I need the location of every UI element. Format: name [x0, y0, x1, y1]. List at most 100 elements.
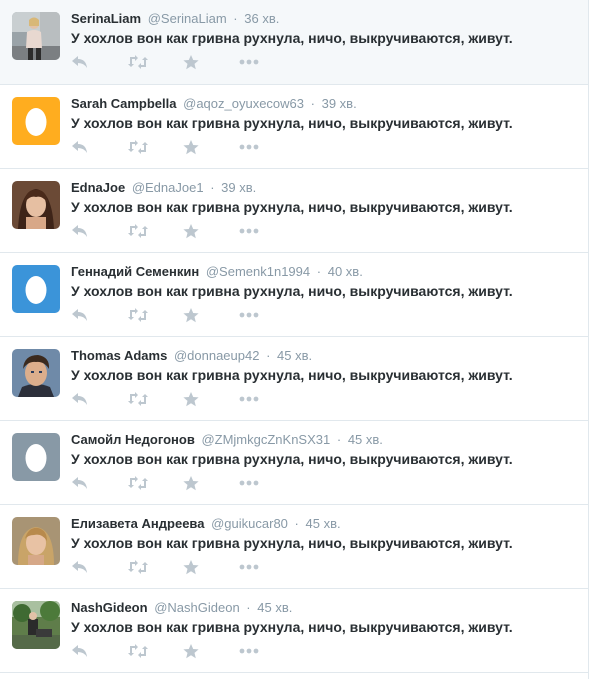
reply-icon — [71, 392, 89, 406]
timestamp[interactable]: 45 хв. — [277, 348, 312, 363]
retweet-button[interactable] — [127, 642, 183, 660]
more-icon — [239, 564, 259, 570]
timestamp[interactable]: 39 хв. — [322, 96, 357, 111]
tweet-actions — [71, 222, 295, 240]
avatar[interactable] — [12, 349, 60, 397]
more-button[interactable] — [239, 390, 295, 408]
avatar[interactable] — [12, 517, 60, 565]
timestamp[interactable]: 40 хв. — [328, 264, 363, 279]
favorite-button[interactable] — [183, 222, 239, 240]
reply-button[interactable] — [71, 222, 127, 240]
reply-icon — [71, 224, 89, 238]
tweet-actions — [71, 53, 295, 71]
user-name[interactable]: EdnaJoe — [71, 180, 125, 195]
retweet-button[interactable] — [127, 558, 183, 576]
reply-button[interactable] — [71, 558, 127, 576]
favorite-button[interactable] — [183, 390, 239, 408]
favorite-button[interactable] — [183, 306, 239, 324]
avatar[interactable] — [12, 265, 60, 313]
user-name[interactable]: Елизавета Андреева — [71, 516, 204, 531]
retweet-icon — [127, 55, 149, 69]
timestamp[interactable]: 36 хв. — [244, 11, 279, 26]
favorite-button[interactable] — [183, 474, 239, 492]
user-name[interactable]: NashGideon — [71, 600, 148, 615]
retweet-button[interactable] — [127, 306, 183, 324]
retweet-button[interactable] — [127, 222, 183, 240]
user-name[interactable]: SerinaLiam — [71, 11, 141, 26]
reply-button[interactable] — [71, 474, 127, 492]
tweet-header: Sarah Campbella @aqoz_oyuxecow63 · 39 хв… — [71, 96, 357, 112]
user-handle[interactable]: @NashGideon — [154, 600, 239, 615]
timestamp[interactable]: 39 хв. — [221, 180, 256, 195]
tweet[interactable]: EdnaJoe @EdnaJoe1 · 39 хв. У хохлов вон … — [0, 169, 588, 253]
more-icon — [239, 144, 259, 150]
more-button[interactable] — [239, 474, 295, 492]
favorite-button[interactable] — [183, 53, 239, 71]
more-button[interactable] — [239, 222, 295, 240]
user-handle[interactable]: @ZMjmkgcZnKnSX31 — [201, 432, 330, 447]
separator-dot: · — [316, 264, 322, 279]
tweet-text: У хохлов вон как гривна рухнула, ничо, в… — [71, 199, 513, 215]
avatar[interactable] — [12, 433, 60, 481]
avatar[interactable] — [12, 12, 60, 60]
avatar[interactable] — [12, 181, 60, 229]
avatar[interactable] — [12, 601, 60, 649]
tweet[interactable]: SerinaLiam @SerinaLiam · 36 хв. У хохлов… — [0, 0, 588, 85]
retweet-button[interactable] — [127, 474, 183, 492]
tweet-text: У хохлов вон как гривна рухнула, ничо, в… — [71, 451, 513, 467]
timestamp[interactable]: 45 хв. — [257, 600, 292, 615]
favorite-button[interactable] — [183, 642, 239, 660]
tweet-header: NashGideon @NashGideon · 45 хв. — [71, 600, 292, 616]
user-handle[interactable]: @Semenk1n1994 — [206, 264, 310, 279]
tweet-list: SerinaLiam @SerinaLiam · 36 хв. У хохлов… — [0, 0, 588, 673]
retweet-button[interactable] — [127, 138, 183, 156]
tweet[interactable]: Елизавета Андреева @guikucar80 · 45 хв. … — [0, 505, 588, 589]
user-handle[interactable]: @EdnaJoe1 — [132, 180, 204, 195]
avatar[interactable] — [12, 97, 60, 145]
more-button[interactable] — [239, 306, 295, 324]
separator-dot: · — [246, 600, 251, 615]
tweet[interactable]: Геннадий Семенкин @Semenk1n1994 · 40 хв.… — [0, 253, 588, 337]
more-icon — [239, 228, 259, 234]
retweet-button[interactable] — [127, 53, 183, 71]
timestamp[interactable]: 45 хв. — [348, 432, 383, 447]
tweet-header: Самойл Недогонов @ZMjmkgcZnKnSX31 · 45 х… — [71, 432, 383, 448]
reply-button[interactable] — [71, 390, 127, 408]
more-button[interactable] — [239, 53, 295, 71]
tweet-actions — [71, 390, 295, 408]
user-name[interactable]: Геннадий Семенкин — [71, 264, 199, 279]
timestamp[interactable]: 45 хв. — [306, 516, 341, 531]
user-name[interactable]: Thomas Adams — [71, 348, 167, 363]
favorite-icon — [183, 223, 199, 239]
reply-button[interactable] — [71, 306, 127, 324]
user-name[interactable]: Sarah Campbella — [71, 96, 177, 111]
tweet[interactable]: Самойл Недогонов @ZMjmkgcZnKnSX31 · 45 х… — [0, 421, 588, 505]
reply-button[interactable] — [71, 138, 127, 156]
user-handle[interactable]: @aqoz_oyuxecow63 — [183, 96, 304, 111]
user-handle[interactable]: @SerinaLiam — [148, 11, 227, 26]
tweet[interactable]: Sarah Campbella @aqoz_oyuxecow63 · 39 хв… — [0, 85, 588, 169]
tweet[interactable]: NashGideon @NashGideon · 45 хв. У хохлов… — [0, 589, 588, 673]
reply-button[interactable] — [71, 53, 127, 71]
tweet[interactable]: Thomas Adams @donnaeup42 · 45 хв. У хохл… — [0, 337, 588, 421]
user-name[interactable]: Самойл Недогонов — [71, 432, 195, 447]
tweet-text: У хохлов вон как гривна рухнула, ничо, в… — [71, 535, 513, 551]
more-button[interactable] — [239, 558, 295, 576]
favorite-icon — [183, 559, 199, 575]
favorite-icon — [183, 307, 199, 323]
favorite-icon — [183, 643, 199, 659]
retweet-button[interactable] — [127, 390, 183, 408]
tweet-text: У хохлов вон как гривна рухнула, ничо, в… — [71, 619, 513, 635]
tweet-actions — [71, 474, 295, 492]
reply-icon — [71, 55, 89, 69]
user-handle[interactable]: @guikucar80 — [211, 516, 288, 531]
reply-button[interactable] — [71, 642, 127, 660]
favorite-button[interactable] — [183, 138, 239, 156]
more-icon — [239, 312, 259, 318]
more-button[interactable] — [239, 138, 295, 156]
more-icon — [239, 480, 259, 486]
more-button[interactable] — [239, 642, 295, 660]
favorite-button[interactable] — [183, 558, 239, 576]
retweet-icon — [127, 224, 149, 238]
user-handle[interactable]: @donnaeup42 — [174, 348, 260, 363]
